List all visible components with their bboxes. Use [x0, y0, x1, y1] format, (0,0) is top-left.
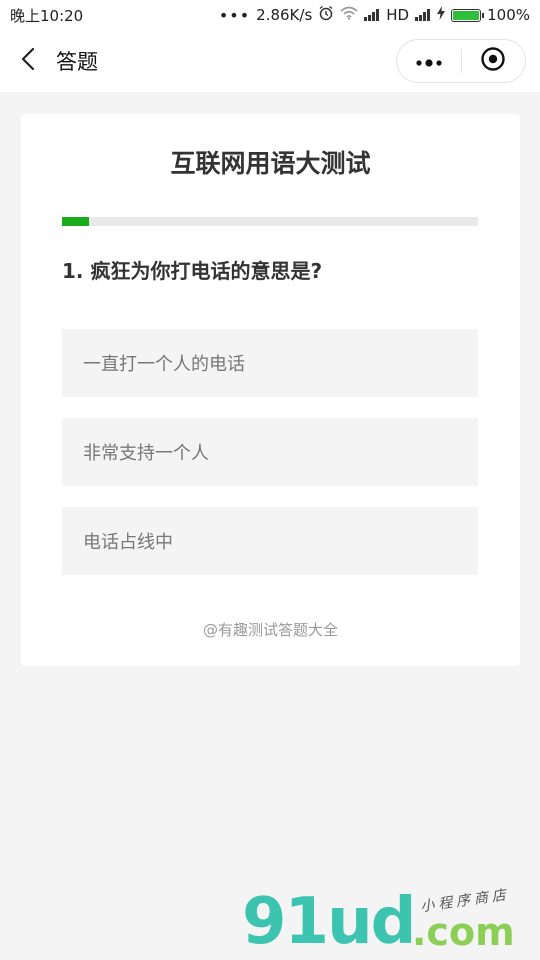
battery-fill — [453, 10, 480, 20]
answer-option-label: 一直打一个人的电话 — [83, 354, 245, 375]
wifi-icon — [340, 6, 358, 24]
alarm-clock-icon — [318, 5, 334, 25]
quiz-card: 互联网用语大测试 1. 疯狂为你打电话的意思是? 一直打一个人的电话 非常支持一… — [21, 114, 520, 666]
answer-option-3[interactable]: 电话占线中 — [62, 507, 478, 575]
more-button[interactable] — [397, 40, 461, 82]
page-title: 答题 — [56, 50, 98, 74]
answer-option-label: 电话占线中 — [83, 532, 173, 553]
signal-icon-2 — [415, 9, 431, 21]
watermark-suffix: .com — [412, 910, 515, 954]
status-time: 晚上10:20 — [10, 6, 84, 25]
bolt-icon — [437, 6, 446, 24]
nav-bar: 答题 — [0, 30, 540, 92]
watermark: 91ud .com 小程序商店 — [242, 885, 532, 959]
status-dots: ••• — [218, 5, 251, 25]
footer-credit: @有趣测试答题大全 — [202, 621, 338, 639]
battery-icon — [451, 8, 485, 22]
battery-percent: 100% — [487, 6, 530, 24]
status-indicators: ••• 2.86K/s HD 100% — [219, 5, 530, 25]
answer-option-2[interactable]: 非常支持一个人 — [62, 418, 478, 486]
status-bar: 晚上10:20 ••• 2.86K/s HD 100% — [0, 0, 540, 30]
answer-option-label: 非常支持一个人 — [83, 443, 209, 464]
progress-bar — [62, 217, 478, 226]
mini-program-capsule — [396, 39, 526, 83]
close-target-icon — [480, 46, 506, 76]
back-arrow-icon — [21, 47, 35, 75]
more-dots-icon — [415, 52, 443, 71]
answer-option-1[interactable]: 一直打一个人的电话 — [62, 329, 478, 397]
signal-icon — [364, 9, 380, 21]
question-text: 1. 疯狂为你打电话的意思是? — [62, 259, 323, 283]
watermark-logo: 91ud — [242, 885, 416, 959]
back-button[interactable] — [0, 30, 56, 92]
progress-fill — [62, 217, 90, 226]
network-speed: 2.86K/s — [256, 6, 313, 24]
network-type: HD — [386, 6, 410, 24]
close-button[interactable] — [462, 40, 526, 82]
quiz-title: 互联网用语大测试 — [170, 149, 371, 178]
